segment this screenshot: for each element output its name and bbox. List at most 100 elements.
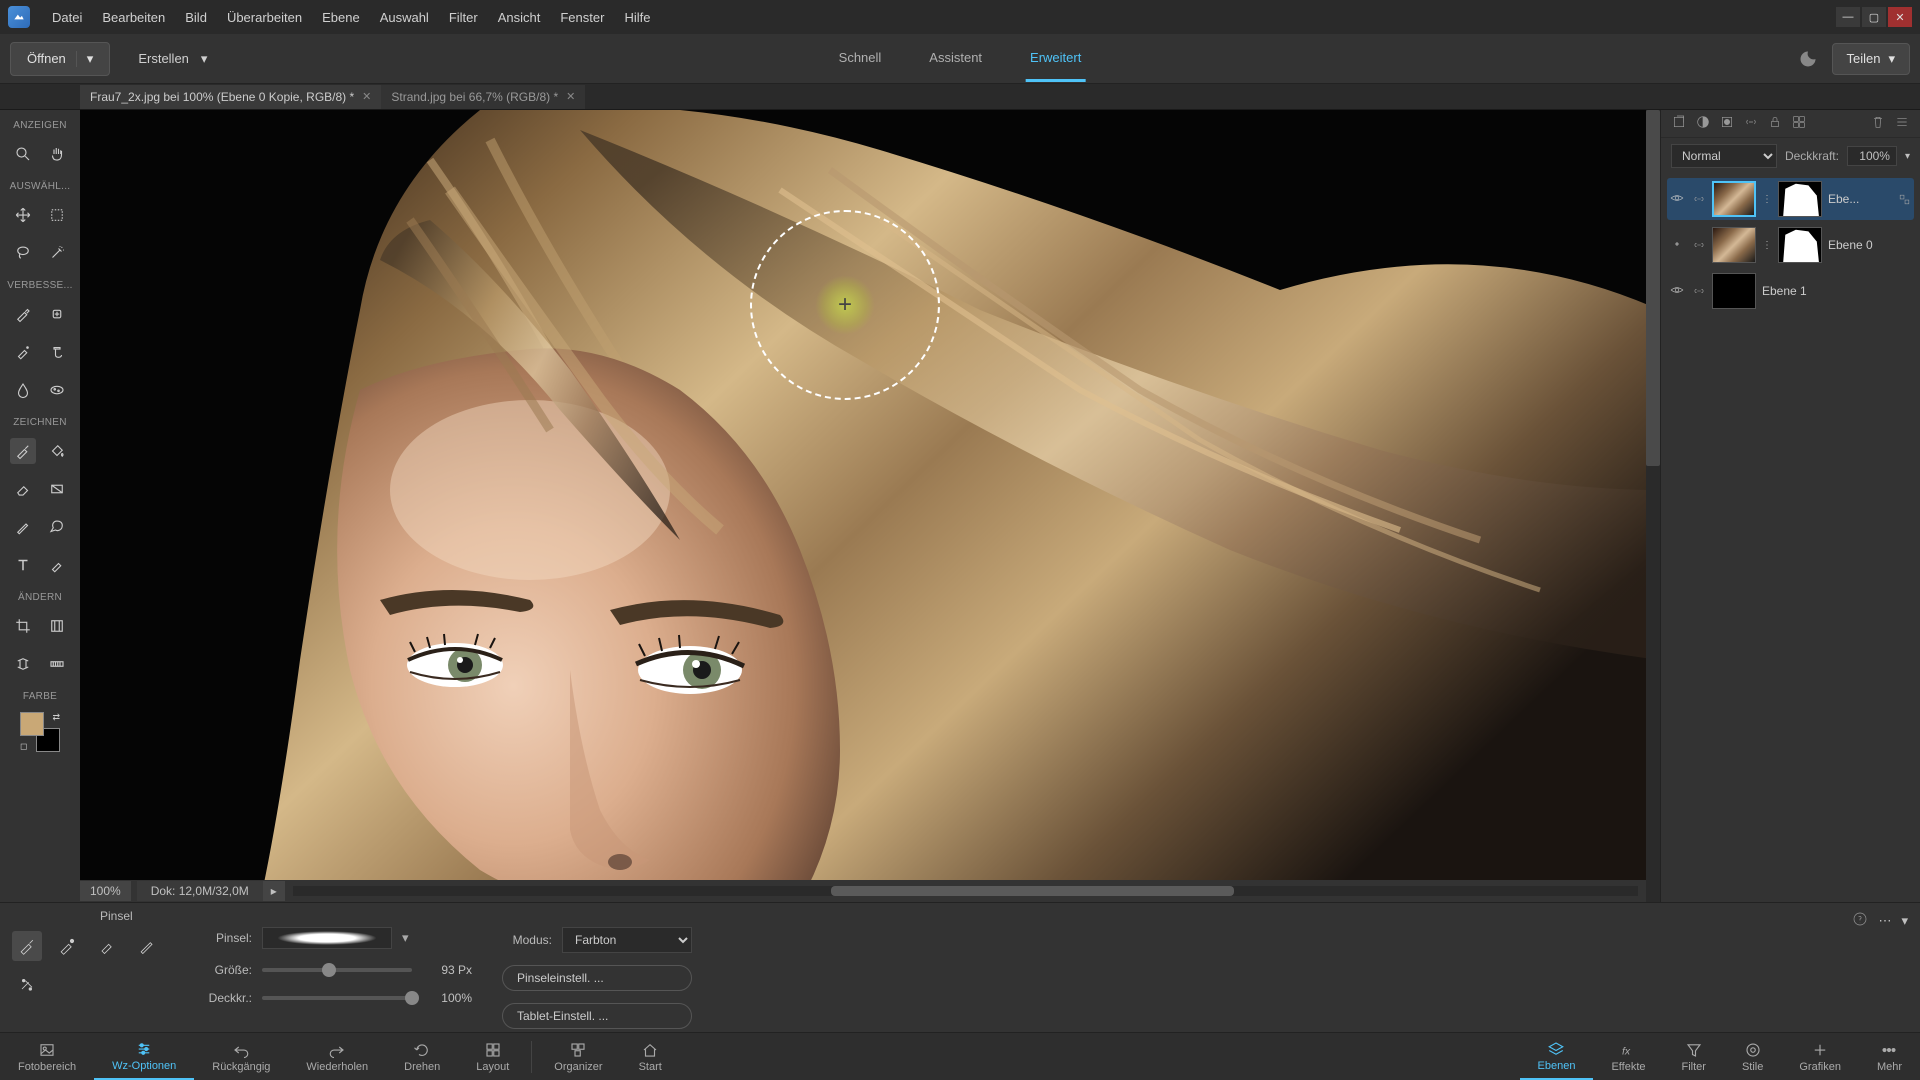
share-button[interactable]: Teilen ▾ xyxy=(1832,43,1911,75)
maximize-button[interactable]: ▢ xyxy=(1862,7,1886,27)
document-tab[interactable]: Strand.jpg bei 66,7% (RGB/8) *✕ xyxy=(381,85,585,109)
crop-tool[interactable] xyxy=(10,613,36,639)
open-button[interactable]: Öffnen ▾ xyxy=(10,42,110,76)
bottombar-grafiken[interactable]: Grafiken xyxy=(1781,1033,1859,1080)
layer-thumbnail[interactable] xyxy=(1712,227,1756,263)
bottombar-fotobereich[interactable]: Fotobereich xyxy=(0,1033,94,1080)
create-button[interactable]: Erstellen ▾ xyxy=(128,43,217,75)
pencil-tool[interactable] xyxy=(10,514,36,540)
layer-name[interactable]: Ebe... xyxy=(1828,192,1892,206)
close-tab-icon[interactable]: ✕ xyxy=(566,90,575,103)
marquee-tool[interactable] xyxy=(44,202,70,228)
lasso-tool[interactable] xyxy=(10,240,36,266)
menu-bild[interactable]: Bild xyxy=(175,2,217,33)
bottombar-rückgängig[interactable]: Rückgängig xyxy=(194,1033,288,1080)
mode-tab-erweitert[interactable]: Erweitert xyxy=(1026,36,1085,82)
mask-thumbnail[interactable] xyxy=(1778,181,1822,217)
opacity-value[interactable]: 100% xyxy=(422,991,472,1005)
foreground-color[interactable] xyxy=(20,712,44,736)
menu-datei[interactable]: Datei xyxy=(42,2,92,33)
bottombar-wz-optionen[interactable]: Wz-Optionen xyxy=(94,1033,194,1080)
bottombar-filter[interactable]: Filter xyxy=(1664,1033,1724,1080)
bottombar-wiederholen[interactable]: Wiederholen xyxy=(288,1033,386,1080)
link-icon[interactable] xyxy=(1692,192,1706,206)
close-tab-icon[interactable]: ✕ xyxy=(362,90,371,103)
size-slider[interactable] xyxy=(262,968,412,972)
chevron-down-icon[interactable]: ▾ xyxy=(402,930,416,946)
layer-row[interactable]: ⋮ Ebene 0 xyxy=(1667,224,1914,266)
horizontal-scrollbar[interactable] xyxy=(293,886,1638,896)
straighten-tool[interactable] xyxy=(44,651,70,677)
visibility-toggle-icon[interactable] xyxy=(1670,191,1686,207)
canvas[interactable]: 100% Dok: 12,0M/32,0M ▸ xyxy=(80,110,1660,902)
new-layer-icon[interactable] xyxy=(1671,114,1687,133)
sponge-tool[interactable] xyxy=(44,377,70,403)
menu-filter[interactable]: Filter xyxy=(439,2,488,33)
link-icon[interactable] xyxy=(1692,284,1706,298)
clone-stamp-tool[interactable] xyxy=(44,339,70,365)
trash-icon[interactable] xyxy=(1870,114,1886,133)
opacity-value[interactable]: 100% xyxy=(1847,146,1897,166)
layer-extra-icons[interactable] xyxy=(1898,193,1911,206)
paint-bucket-tool[interactable] xyxy=(44,438,70,464)
collapse-icon[interactable]: ▾ xyxy=(1901,913,1908,929)
visibility-toggle-icon[interactable] xyxy=(1670,237,1686,253)
chevron-down-icon[interactable]: ▾ xyxy=(76,51,94,67)
help-icon[interactable] xyxy=(1852,911,1868,930)
move-tool[interactable] xyxy=(10,202,36,228)
mask-icon[interactable] xyxy=(1719,114,1735,133)
mask-link-icon[interactable]: ⋮ xyxy=(1762,240,1772,251)
healing-brush-tool[interactable] xyxy=(44,301,70,327)
lock-icon[interactable] xyxy=(1767,114,1783,133)
link-icon[interactable] xyxy=(1743,114,1759,133)
adjustment-layer-icon[interactable] xyxy=(1695,114,1711,133)
bottombar-stile[interactable]: Stile xyxy=(1724,1033,1781,1080)
menu-überarbeiten[interactable]: Überarbeiten xyxy=(217,2,312,33)
bottombar-drehen[interactable]: Drehen xyxy=(386,1033,458,1080)
layer-row[interactable]: ⋮ Ebe... xyxy=(1667,178,1914,220)
visibility-toggle-icon[interactable] xyxy=(1670,283,1686,299)
color-swatches[interactable]: ⇄ ◻ xyxy=(20,712,60,752)
custom-shape-tool[interactable] xyxy=(44,552,70,578)
mode-tab-schnell[interactable]: Schnell xyxy=(835,36,886,82)
menu-auswahl[interactable]: Auswahl xyxy=(370,2,439,33)
theme-toggle-icon[interactable] xyxy=(1798,49,1818,69)
brush-mode-select[interactable]: Farbton xyxy=(562,927,692,953)
mask-link-icon[interactable]: ⋮ xyxy=(1762,194,1772,205)
minimize-button[interactable]: — xyxy=(1836,7,1860,27)
tablet-settings-button[interactable]: Tablet-Einstell. ... xyxy=(502,1003,692,1029)
menu-hilfe[interactable]: Hilfe xyxy=(614,2,660,33)
color-replace-variant[interactable] xyxy=(92,931,122,961)
bottombar-organizer[interactable]: Organizer xyxy=(536,1033,620,1080)
bottombar-mehr[interactable]: Mehr xyxy=(1859,1033,1920,1080)
zoom-tool[interactable] xyxy=(10,141,36,167)
gradient-tool[interactable] xyxy=(44,476,70,502)
hand-tool[interactable] xyxy=(44,141,70,167)
status-menu-icon[interactable]: ▸ xyxy=(263,881,285,901)
brush-settings-button[interactable]: Pinseleinstell. ... xyxy=(502,965,692,991)
bottombar-layout[interactable]: Layout xyxy=(458,1033,527,1080)
brush-tool[interactable] xyxy=(10,438,36,464)
smart-brush-tool[interactable] xyxy=(10,339,36,365)
mask-thumbnail[interactable] xyxy=(1778,227,1822,263)
content-aware-tool[interactable] xyxy=(10,651,36,677)
shape-tool[interactable] xyxy=(44,514,70,540)
fx-icon[interactable] xyxy=(1791,114,1807,133)
menu-ansicht[interactable]: Ansicht xyxy=(488,2,551,33)
blend-mode-select[interactable]: Normal xyxy=(1671,144,1777,168)
layer-thumbnail[interactable] xyxy=(1712,181,1756,217)
brush-preset-picker[interactable] xyxy=(262,927,392,949)
bottombar-ebenen[interactable]: Ebenen xyxy=(1520,1033,1594,1080)
layer-row[interactable]: Ebene 1 xyxy=(1667,270,1914,312)
layer-name[interactable]: Ebene 0 xyxy=(1828,238,1911,252)
blur-tool[interactable] xyxy=(10,377,36,403)
more-icon[interactable]: ⋯ xyxy=(1878,913,1891,929)
panel-menu-icon[interactable] xyxy=(1894,114,1910,133)
menu-ebene[interactable]: Ebene xyxy=(312,2,370,33)
mode-tab-assistent[interactable]: Assistent xyxy=(925,36,986,82)
text-tool[interactable] xyxy=(10,552,36,578)
magic-wand-tool[interactable] xyxy=(44,240,70,266)
swap-colors-icon[interactable]: ⇄ xyxy=(52,712,60,723)
layer-thumbnail[interactable] xyxy=(1712,273,1756,309)
close-button[interactable]: ✕ xyxy=(1888,7,1912,27)
